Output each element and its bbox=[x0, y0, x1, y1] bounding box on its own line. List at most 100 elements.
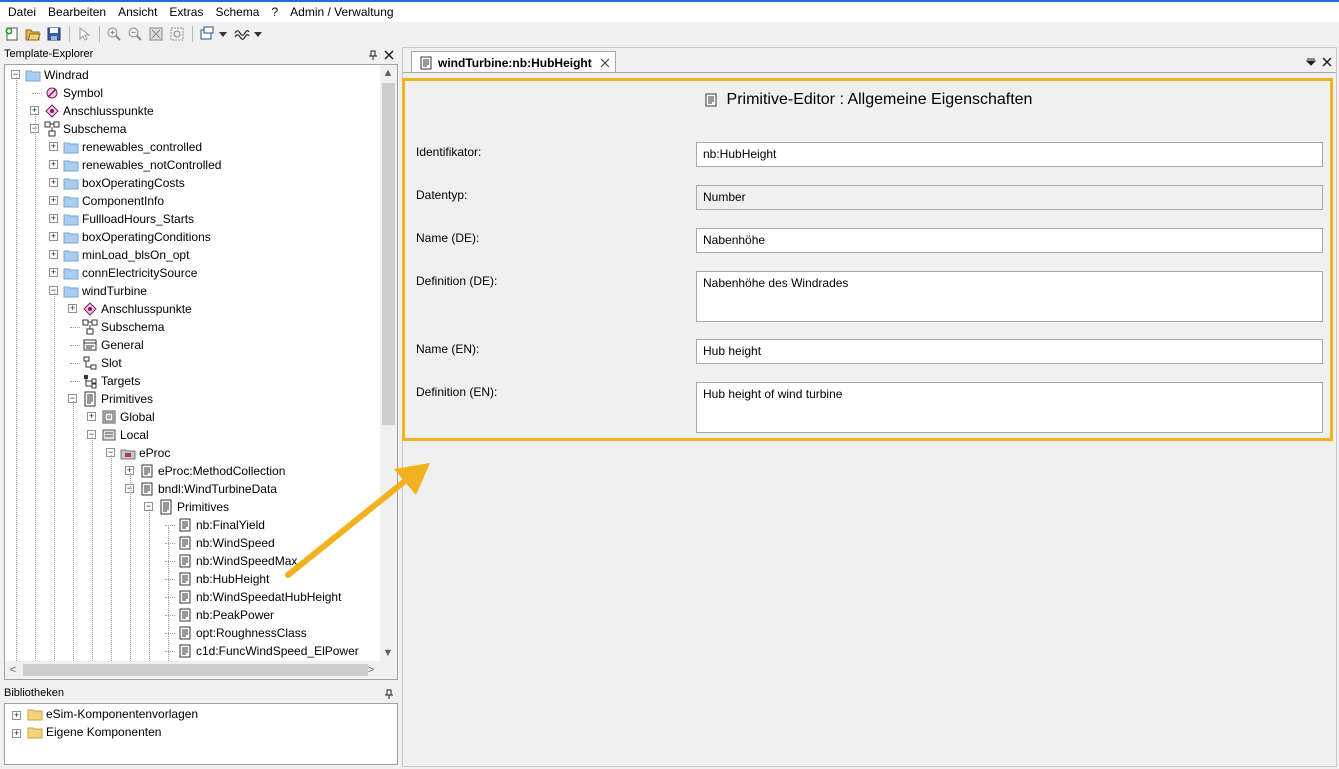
tree-item[interactable]: FullloadHours_Starts bbox=[63, 210, 194, 228]
slot-icon bbox=[82, 355, 98, 371]
library-item[interactable]: eSim-Komponentenvorlagen bbox=[27, 705, 198, 723]
close-editor-icon[interactable] bbox=[1321, 56, 1333, 68]
targets-icon bbox=[82, 373, 98, 389]
tree-item[interactable]: Symbol bbox=[44, 84, 103, 102]
wave-icon[interactable] bbox=[232, 24, 252, 44]
menu-datei[interactable]: Datei bbox=[2, 3, 42, 21]
tree-item[interactable]: Windrad bbox=[25, 66, 89, 84]
tab-windturbine-hubheight[interactable]: windTurbine:nb:HubHeight bbox=[411, 51, 616, 73]
tree-item[interactable]: Global bbox=[101, 408, 155, 426]
save-icon[interactable] bbox=[44, 24, 64, 44]
tree-item[interactable]: windTurbine bbox=[63, 282, 147, 300]
tree-item[interactable]: Anschlusspunkte bbox=[44, 102, 154, 120]
tree-item[interactable]: nb:FinalYield bbox=[177, 516, 265, 534]
scroll-thumb[interactable] bbox=[23, 664, 368, 676]
menu-schema[interactable]: Schema bbox=[209, 3, 265, 21]
tree-item[interactable]: nb:WindSpeed bbox=[177, 534, 275, 552]
zoom-out-icon[interactable] bbox=[125, 24, 145, 44]
definition-en-field[interactable]: Hub height of wind turbine bbox=[696, 382, 1323, 433]
menu-extras[interactable]: Extras bbox=[163, 3, 209, 21]
folder-icon bbox=[63, 139, 79, 155]
tree-item[interactable]: renewables_controlled bbox=[63, 138, 202, 156]
pin-icon[interactable] bbox=[383, 688, 395, 700]
doc-icon bbox=[177, 553, 193, 569]
new-icon[interactable] bbox=[2, 24, 22, 44]
tree-item-label: bndl:WindTurbineData bbox=[158, 482, 277, 496]
definition-de-field[interactable]: Nabenhöhe des Windrades bbox=[696, 271, 1323, 322]
expand-icon[interactable]: + bbox=[49, 250, 58, 259]
menu-admin[interactable]: Admin / Verwaltung bbox=[284, 3, 399, 21]
tree-item[interactable]: ComponentInfo bbox=[63, 192, 164, 210]
layout-dropdown-icon[interactable] bbox=[218, 24, 228, 44]
tree-item[interactable]: bndl:WindTurbineData bbox=[139, 480, 277, 498]
tree-item[interactable]: Local bbox=[101, 426, 149, 444]
layout-icon[interactable] bbox=[197, 24, 217, 44]
tree-item[interactable]: minLoad_blsOn_opt bbox=[63, 246, 189, 264]
annotation-arrow bbox=[285, 463, 430, 578]
tree-item-label: renewables_controlled bbox=[82, 140, 203, 154]
doc-icon bbox=[139, 481, 155, 497]
tree-item[interactable]: opt:RoughnessClass bbox=[177, 624, 307, 642]
explorer-horizontal-scrollbar[interactable]: < > bbox=[5, 661, 397, 679]
tree-item[interactable]: c1d:FuncWindSpeed_ElPower bbox=[177, 642, 359, 660]
tree-item[interactable]: Subschema bbox=[82, 318, 164, 336]
tree-item[interactable]: eProc bbox=[120, 444, 170, 462]
scroll-down-icon[interactable]: ▼ bbox=[380, 645, 396, 661]
expand-icon[interactable]: + bbox=[49, 268, 58, 277]
expand-icon[interactable]: + bbox=[68, 304, 77, 313]
subschema-icon bbox=[82, 319, 98, 335]
tree-item[interactable]: Subschema bbox=[44, 120, 126, 138]
expand-icon[interactable]: + bbox=[49, 196, 58, 205]
expand-icon[interactable]: + bbox=[49, 160, 58, 169]
scroll-right-icon[interactable]: > bbox=[363, 662, 379, 678]
tree-item[interactable]: Primitives bbox=[82, 390, 153, 408]
zoom-fit-icon[interactable] bbox=[146, 24, 166, 44]
tree-item[interactable]: renewables_notControlled bbox=[63, 156, 221, 174]
expand-icon[interactable]: + bbox=[12, 729, 21, 738]
bibliotheken-tree[interactable]: + eSim-Komponentenvorlagen + Eigene Komp… bbox=[4, 703, 398, 765]
tree-connector-line bbox=[70, 345, 80, 346]
tree-item[interactable]: connElectricitySource bbox=[63, 264, 197, 282]
tree-item[interactable]: Primitives bbox=[158, 498, 229, 516]
tree-item[interactable]: nb:HubHeight bbox=[177, 570, 269, 588]
expand-icon[interactable]: + bbox=[49, 214, 58, 223]
definition-de-label: Definition (DE): bbox=[416, 274, 498, 288]
menu-help[interactable]: ? bbox=[265, 3, 284, 21]
tree-item[interactable]: General bbox=[82, 336, 144, 354]
tree-item[interactable]: Anschlusspunkte bbox=[82, 300, 192, 318]
tree-item[interactable]: Targets bbox=[82, 372, 140, 390]
pin-icon[interactable] bbox=[367, 49, 379, 61]
scroll-up-icon[interactable]: ▲ bbox=[380, 65, 396, 81]
tree-item-label: ComponentInfo bbox=[82, 194, 165, 208]
menu-ansicht[interactable]: Ansicht bbox=[112, 3, 163, 21]
tab-close-icon[interactable] bbox=[600, 58, 610, 68]
expand-icon[interactable]: + bbox=[49, 178, 58, 187]
pointer-icon[interactable] bbox=[74, 24, 94, 44]
name-en-field[interactable]: Hub height bbox=[696, 339, 1323, 364]
wave-dropdown-icon[interactable] bbox=[253, 24, 263, 44]
expand-icon[interactable]: + bbox=[49, 142, 58, 151]
template-explorer-tree[interactable]: − Windrad Symbol + Anschlusspunkte − Subschema… bbox=[4, 64, 398, 680]
tree-item[interactable]: nb:WindSpeedatHubHeight bbox=[177, 588, 341, 606]
zoom-in-icon[interactable] bbox=[104, 24, 124, 44]
expand-icon[interactable]: + bbox=[12, 711, 21, 720]
tree-item[interactable]: nb:PeakPower bbox=[177, 606, 274, 624]
identifikator-field[interactable]: nb:HubHeight bbox=[696, 142, 1323, 167]
menu-bearbeiten[interactable]: Bearbeiten bbox=[42, 3, 112, 21]
subschema-icon bbox=[44, 121, 60, 137]
open-icon[interactable] bbox=[23, 24, 43, 44]
zoom-select-icon[interactable] bbox=[167, 24, 187, 44]
tree-item[interactable]: Slot bbox=[82, 354, 122, 372]
tree-item[interactable]: boxOperatingConditions bbox=[63, 228, 211, 246]
library-item[interactable]: Eigene Komponenten bbox=[27, 723, 161, 741]
close-icon[interactable] bbox=[383, 49, 395, 61]
tab-list-dropdown-icon[interactable] bbox=[1305, 56, 1317, 68]
scroll-left-icon[interactable]: < bbox=[5, 662, 21, 678]
expand-icon[interactable]: + bbox=[49, 232, 58, 241]
scroll-thumb[interactable] bbox=[382, 83, 395, 425]
tree-item[interactable]: boxOperatingCosts bbox=[63, 174, 185, 192]
tree-item[interactable]: eProc:MethodCollection bbox=[139, 462, 285, 480]
name-de-field[interactable]: Nabenhöhe bbox=[696, 228, 1323, 253]
expand-icon[interactable]: + bbox=[87, 412, 96, 421]
datentyp-field: Number bbox=[696, 185, 1323, 210]
